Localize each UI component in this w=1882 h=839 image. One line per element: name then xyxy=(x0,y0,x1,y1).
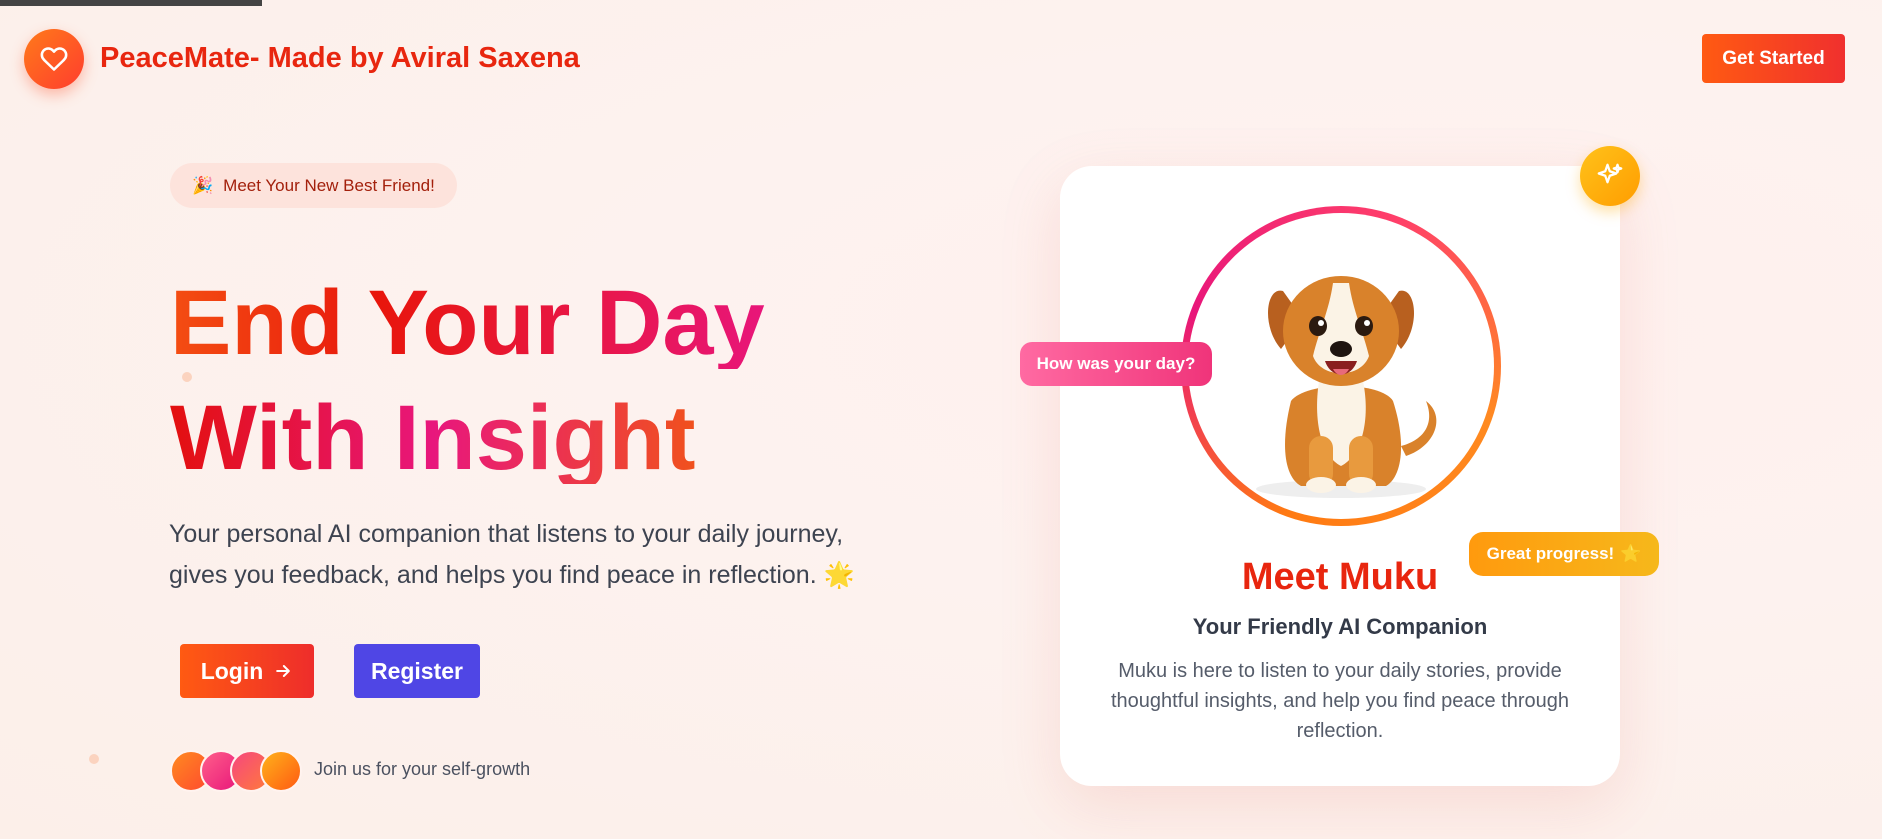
sparkle-icon xyxy=(1597,163,1623,184)
avatar xyxy=(260,750,302,792)
logo[interactable] xyxy=(24,29,84,89)
register-button[interactable]: Register xyxy=(354,644,480,698)
companion-avatar xyxy=(1188,213,1494,519)
hero-title-line-2: With Insight xyxy=(170,387,696,489)
hero-title-line-1: End Your Day xyxy=(170,272,765,374)
companion-tagline: Your Friendly AI Companion xyxy=(1192,614,1488,639)
star-icon: ⭐ xyxy=(1620,544,1642,563)
decorative-dot xyxy=(182,372,192,382)
decorative-dot xyxy=(89,754,99,764)
arrow-right-icon xyxy=(276,665,291,677)
hero-badge-label: Meet Your New Best Friend! xyxy=(223,175,435,195)
party-popper-icon: 🎉 xyxy=(192,175,214,195)
login-button[interactable]: Login xyxy=(180,644,314,698)
hero-subtitle: Your personal AI companion that listens … xyxy=(169,520,855,589)
social-proof-text: Join us for your self-growth xyxy=(314,759,531,779)
companion-name: Meet Muku xyxy=(1241,556,1439,598)
get-started-button[interactable]: Get Started xyxy=(1702,34,1845,83)
avatar-group xyxy=(170,750,306,792)
companion-description: Muku is here to listen to your daily sto… xyxy=(1110,660,1570,742)
dog-illustration-icon xyxy=(1256,276,1437,498)
login-button-label: Login xyxy=(200,657,264,684)
hero-badge: 🎉 Meet Your New Best Friend! xyxy=(170,163,457,208)
top-nav: PeaceMate- Made by Aviral Saxena Get Sta… xyxy=(0,0,1882,118)
speech-bubble: How was your day? xyxy=(1020,342,1212,386)
heart-icon xyxy=(40,47,68,71)
companion-avatar-ring xyxy=(1181,206,1501,526)
brand-name[interactable]: PeaceMate- Made by Aviral Saxena xyxy=(100,42,580,75)
sparkle-button[interactable] xyxy=(1580,146,1640,206)
